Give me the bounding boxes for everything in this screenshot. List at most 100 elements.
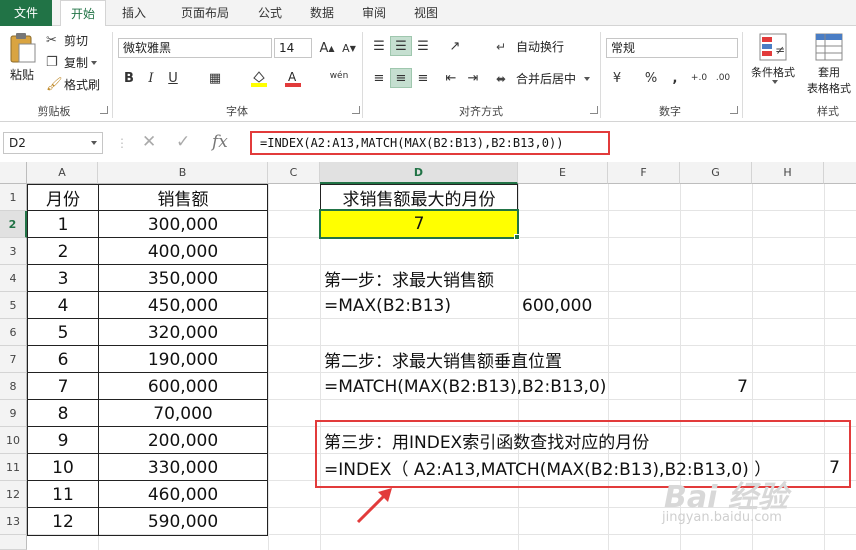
phonetic-button[interactable]: wén — [326, 66, 352, 86]
formula-input[interactable]: =INDEX(A2:A13,MATCH(MAX(B2:B13),B2:B13,0… — [250, 131, 610, 155]
insert-function-icon[interactable]: fx — [212, 132, 228, 152]
table-row[interactable]: 300,000 — [98, 211, 268, 238]
cell-a1[interactable]: 月份 — [27, 184, 99, 211]
row-header-1[interactable]: 1 — [0, 184, 27, 211]
decrease-decimal-button[interactable]: .00 — [712, 68, 734, 88]
row-header-11[interactable]: 11 — [0, 454, 27, 481]
conditional-format-button[interactable]: ≠ 条件格式 — [746, 32, 800, 84]
decrease-indent-icon[interactable]: ⇤ — [440, 68, 462, 88]
underline-button[interactable]: U — [162, 68, 184, 88]
table-row[interactable]: 600,000 — [98, 373, 268, 400]
align-bottom-icon[interactable]: ☰ — [412, 36, 434, 56]
table-row[interactable]: 400,000 — [98, 238, 268, 265]
row-header-9[interactable]: 9 — [0, 400, 27, 427]
cell-d4[interactable]: 第一步：求最大销售额 — [320, 265, 494, 292]
table-row[interactable]: 200,000 — [98, 427, 268, 454]
column-header-a[interactable]: A — [27, 162, 98, 184]
cut-button[interactable]: ✂ 剪切 — [46, 32, 88, 49]
italic-button[interactable]: I — [140, 68, 162, 88]
table-row[interactable]: 7 — [27, 373, 99, 400]
column-header-b[interactable]: B — [98, 162, 268, 184]
tab-page-layout[interactable]: 页面布局 — [170, 0, 240, 26]
cell-d1[interactable]: 求销售额最大的月份 — [320, 184, 518, 211]
table-row[interactable]: 4 — [27, 292, 99, 319]
table-row[interactable]: 5 — [27, 319, 99, 346]
paste-button[interactable]: 粘贴 — [6, 32, 38, 83]
cancel-icon[interactable]: ✕ — [142, 132, 156, 152]
row-header-2[interactable]: 2 — [0, 211, 27, 238]
tab-formulas[interactable]: 公式 — [248, 0, 292, 26]
increase-indent-icon[interactable]: ⇥ — [462, 68, 484, 88]
decrease-font-icon[interactable]: A ▼ — [338, 38, 360, 58]
align-right-icon[interactable]: ≡ — [412, 68, 434, 88]
orientation-icon[interactable]: ↗ — [444, 36, 466, 56]
table-row[interactable]: 8 — [27, 400, 99, 427]
fill-handle[interactable] — [514, 234, 520, 240]
row-header-8[interactable]: 8 — [0, 373, 27, 400]
comma-button[interactable]: , — [664, 68, 686, 88]
table-row[interactable]: 320,000 — [98, 319, 268, 346]
row-header-3[interactable]: 3 — [0, 238, 27, 265]
number-launcher-icon[interactable] — [730, 106, 738, 114]
table-row[interactable]: 460,000 — [98, 481, 268, 508]
table-row[interactable]: 2 — [27, 238, 99, 265]
bold-button[interactable]: B — [118, 68, 140, 88]
format-as-table-button[interactable]: 套用 表格格式 — [802, 32, 856, 96]
tab-view[interactable]: 视图 — [404, 0, 448, 26]
currency-icon[interactable]: ¥ — [606, 68, 628, 88]
format-painter-button[interactable]: 🖌 格式刷 — [46, 76, 100, 93]
column-header-c[interactable]: C — [268, 162, 320, 184]
cell-d5[interactable]: =MAX(B2:B13) — [320, 292, 451, 319]
font-color-icon[interactable]: A — [282, 68, 304, 88]
table-row[interactable]: 10 — [27, 454, 99, 481]
column-header-g[interactable]: G — [680, 162, 752, 184]
tab-insert[interactable]: 插入 — [112, 0, 156, 26]
table-row[interactable]: 590,000 — [98, 508, 268, 535]
row-header-7[interactable]: 7 — [0, 346, 27, 373]
row-header-5[interactable]: 5 — [0, 292, 27, 319]
alignment-launcher-icon[interactable] — [590, 106, 598, 114]
font-size-select[interactable]: 14 — [274, 38, 312, 58]
cell-d8[interactable]: =MATCH(MAX(B2:B13),B2:B13,0) — [320, 373, 606, 400]
tab-data[interactable]: 数据 — [300, 0, 344, 26]
table-row[interactable]: 11 — [27, 481, 99, 508]
row-header-6[interactable]: 6 — [0, 319, 27, 346]
percent-button[interactable]: % — [640, 68, 662, 88]
row-header-13[interactable]: 13 — [0, 508, 27, 535]
align-center-icon[interactable]: ≡ — [390, 68, 412, 88]
table-row[interactable]: 1 — [27, 211, 99, 238]
align-left-icon[interactable]: ≡ — [368, 68, 390, 88]
align-middle-icon[interactable]: ☰ — [390, 36, 412, 56]
table-row[interactable]: 450,000 — [98, 292, 268, 319]
confirm-icon[interactable]: ✓ — [176, 132, 190, 152]
font-launcher-icon[interactable] — [352, 106, 360, 114]
column-header-d[interactable]: D — [320, 162, 518, 184]
column-header-h[interactable]: H — [752, 162, 824, 184]
row-header-4[interactable]: 4 — [0, 265, 27, 292]
cell-b1[interactable]: 销售额 — [98, 184, 268, 211]
tab-review[interactable]: 审阅 — [352, 0, 396, 26]
row-header-12[interactable]: 12 — [0, 481, 27, 508]
column-header-f[interactable]: F — [608, 162, 680, 184]
border-icon[interactable]: ▦ — [204, 68, 226, 88]
tab-home[interactable]: 开始 — [60, 0, 106, 27]
table-row[interactable]: 70,000 — [98, 400, 268, 427]
tab-file[interactable]: 文件 — [0, 0, 52, 26]
fill-color-icon[interactable] — [248, 68, 270, 88]
clipboard-launcher-icon[interactable] — [100, 106, 108, 114]
merge-center-button[interactable]: ⬌ 合并后居中 — [496, 70, 591, 87]
select-all-corner[interactable] — [0, 162, 27, 184]
column-header-e[interactable]: E — [518, 162, 608, 184]
table-row[interactable]: 9 — [27, 427, 99, 454]
table-row[interactable]: 330,000 — [98, 454, 268, 481]
increase-decimal-button[interactable]: +.0 — [688, 68, 710, 88]
table-row[interactable]: 3 — [27, 265, 99, 292]
cell-e5[interactable]: 600,000 — [518, 292, 592, 319]
increase-font-icon[interactable]: A ▲ — [316, 38, 338, 58]
copy-button[interactable]: ❐ 复制 — [46, 54, 98, 71]
align-top-icon[interactable]: ☰ — [368, 36, 390, 56]
table-row[interactable]: 12 — [27, 508, 99, 535]
number-format-select[interactable]: 常规 — [606, 38, 738, 58]
cell-g8[interactable]: 7 — [680, 373, 752, 400]
wrap-text-button[interactable]: ↵ 自动换行 — [496, 38, 564, 55]
